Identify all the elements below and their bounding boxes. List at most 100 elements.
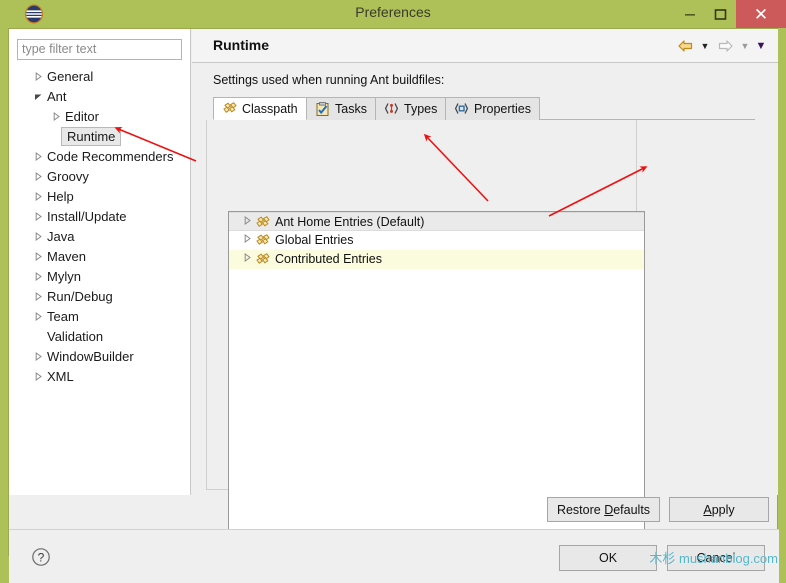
page-pane: Runtime ▼ ▼ ▼ Settings used when running… [192,29,778,536]
close-button[interactable]: ✕ [736,0,786,28]
maximize-button[interactable] [706,0,734,28]
back-history-chevron-down-icon[interactable]: ▼ [698,41,712,51]
chevron-right-icon[interactable] [241,231,253,250]
types-icon [384,102,400,117]
sidebar-item-label: Groovy [47,169,89,184]
tab-label: Classpath [242,101,298,116]
sidebar-item-label: Help [47,189,74,204]
chevron-right-icon[interactable] [31,247,45,267]
sidebar-item-general[interactable]: General [9,67,191,87]
sidebar-item-ant[interactable]: Ant [9,87,191,107]
close-icon: ✕ [753,4,769,24]
chevron-right-icon[interactable] [31,367,45,387]
sidebar-item-xml[interactable]: XML [9,367,191,387]
sidebar-item-label: Team [47,309,79,324]
window-title: Preferences [355,4,431,20]
restore-defaults-button[interactable]: Restore Defaults [547,497,660,522]
button-label: Apply [703,502,735,517]
sidebar-item-label: General [47,69,94,84]
classpath-list-item[interactable]: Global Entries [229,231,644,250]
sidebar-item-help[interactable]: Help [9,187,191,207]
sidebar-item-mylyn[interactable]: Mylyn [9,267,191,287]
chevron-right-icon[interactable] [31,347,45,367]
preferences-tree[interactable]: General Ant Editor Runtime Code Recommenders… [9,67,191,387]
page-action-bar: Restore Defaults Apply [9,497,779,529]
preferences-tree-panel: type filter text General Ant Editor Runtime… [9,29,191,495]
classpath-list-item[interactable]: Contributed Entries [229,250,644,269]
sidebar-item-label: Runtime [61,127,122,146]
back-arrow-icon[interactable] [674,36,696,56]
preferences-window: Preferences ✕ type filter text General An… [0,0,786,583]
forward-arrow-icon [714,36,736,56]
chevron-down-icon[interactable] [31,87,45,107]
tab-properties[interactable]: Properties [445,97,540,120]
tab-strip: Classpath Tasks Types Properties [213,97,755,120]
ok-button[interactable]: OK [559,545,657,571]
sidebar-item-label: XML [47,369,74,384]
classpath-list-item-label: Global Entries [275,233,354,247]
classpath-list-item-label: Ant Home Entries (Default) [275,215,425,229]
tab-tasks[interactable]: Tasks [306,97,376,120]
classpath-list[interactable]: Ant Home Entries (Default) Global Entries… [228,211,645,536]
page-title: Runtime [213,37,269,53]
chevron-right-icon[interactable] [241,213,253,232]
forward-history-chevron-down-icon: ▼ [740,41,750,51]
sidebar-item-editor[interactable]: Editor [9,107,191,127]
chevron-right-icon[interactable] [241,250,253,269]
sidebar-item-run-debug[interactable]: Run/Debug [9,287,191,307]
chevron-right-icon[interactable] [31,227,45,247]
sidebar-item-label: WindowBuilder [47,349,134,364]
sidebar-item-runtime[interactable]: Runtime [9,127,191,147]
tab-label: Tasks [335,102,367,116]
watermark: 木杉 mushanblog.com [649,551,778,566]
classpath-icon [255,252,271,272]
classpath-icon [222,101,238,116]
chevron-right-icon[interactable] [31,207,45,227]
page-menu-chevron-down-icon[interactable]: ▼ [754,40,768,52]
tab-types[interactable]: Types [375,97,447,120]
svg-text:?: ? [38,550,45,564]
sidebar-item-label: Code Recommenders [47,149,174,164]
tab-label: Types [404,102,438,116]
classpath-list-item-label: Contributed Entries [275,252,383,266]
help-question-icon[interactable]: ? [31,547,51,572]
title-bar: Preferences ✕ [0,0,786,28]
sidebar-item-label: Ant [47,89,67,104]
page-nav-tools: ▼ ▼ ▼ [674,36,768,56]
chevron-right-icon[interactable] [49,107,63,127]
tab-label: Properties [474,102,531,116]
sidebar-item-label: Editor [65,109,99,124]
dialog-client-area: type filter text General Ant Editor Runtime… [8,28,779,583]
sidebar-item-validation[interactable]: Validation [9,327,191,347]
sidebar-item-label: Validation [47,329,104,344]
sidebar-item-label: Java [47,229,75,244]
chevron-right-icon[interactable] [31,67,45,87]
tasks-icon [315,101,331,117]
chevron-right-icon[interactable] [31,307,45,327]
chevron-right-icon[interactable] [31,187,45,207]
sidebar-item-team[interactable]: Team [9,307,191,327]
sidebar-item-label: Run/Debug [47,289,113,304]
tab-classpath[interactable]: Classpath [213,97,307,120]
sidebar-item-windowbuilder[interactable]: WindowBuilder [9,347,191,367]
minimize-button[interactable] [676,0,704,28]
classpath-list-item[interactable]: Ant Home Entries (Default) [229,212,644,231]
sidebar-item-install-update[interactable]: Install/Update [9,207,191,227]
sidebar-item-code-recommenders[interactable]: Code Recommenders [9,147,191,167]
chevron-right-icon[interactable] [31,167,45,187]
sidebar-item-java[interactable]: Java [9,227,191,247]
properties-icon [454,102,470,117]
sidebar-item-maven[interactable]: Maven [9,247,191,267]
page-description: Settings used when running Ant buildfile… [213,73,445,87]
sidebar-item-label: Maven [47,249,87,264]
filter-input[interactable]: type filter text [17,39,182,60]
sidebar-item-label: Mylyn [47,269,81,284]
sidebar-item-label: Install/Update [47,209,127,224]
chevron-right-icon[interactable] [31,147,45,167]
classpath-list-container: Ant Home Entries (Default) Global Entries… [206,120,645,536]
chevron-right-icon[interactable] [31,267,45,287]
sidebar-item-groovy[interactable]: Groovy [9,167,191,187]
chevron-right-icon[interactable] [31,287,45,307]
apply-button[interactable]: Apply [669,497,769,522]
button-label: Restore Defaults [556,502,651,517]
